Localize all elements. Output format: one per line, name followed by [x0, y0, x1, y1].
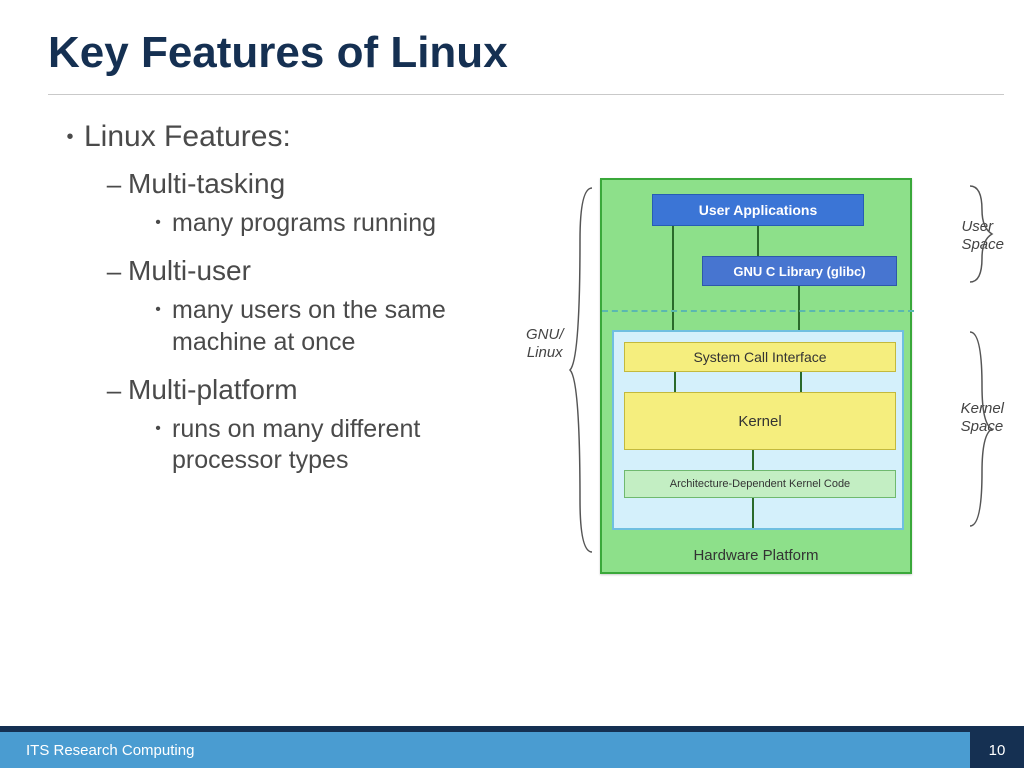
bullet-heading-text: Linux Features:: [84, 120, 291, 154]
footer-text: ITS Research Computing: [0, 742, 970, 759]
connector-line: [757, 226, 759, 256]
right-brace-icon: [968, 326, 994, 532]
slide-title: Key Features of Linux: [48, 28, 508, 78]
bullet-detail-text: runs on many different processor types: [172, 414, 516, 477]
bullet-content: • Linux Features: – Multi-tasking • many…: [56, 120, 516, 492]
bullet-dot-icon: •: [144, 414, 172, 444]
slide: Key Features of Linux • Linux Features: …: [0, 0, 1024, 768]
connector-line: [672, 226, 674, 340]
bullet-dot-icon: •: [144, 208, 172, 238]
page-number: 10: [970, 732, 1024, 768]
footer-bar: ITS Research Computing 10: [0, 732, 1024, 768]
bullet-heading: • Linux Features:: [56, 120, 516, 154]
bullet-detail: • runs on many different processor types: [144, 414, 516, 477]
bullet-item: – Multi-platform: [100, 374, 516, 406]
kernel-box: Kernel: [624, 392, 896, 450]
bullet-dot-icon: •: [144, 295, 172, 325]
dash-icon: –: [100, 168, 128, 200]
bullet-item-label: Multi-platform: [128, 374, 298, 406]
bullet-item-label: Multi-user: [128, 255, 251, 287]
architecture-kernel-box: Architecture-Dependent Kernel Code: [624, 470, 896, 498]
bullet-detail-text: many users on the same machine at once: [172, 295, 516, 358]
kernel-band-box: System Call Interface Kernel Architectur…: [612, 330, 904, 530]
system-call-interface-box: System Call Interface: [624, 342, 896, 372]
connector-line: [674, 372, 676, 392]
gnu-linux-label: GNU/ Linux: [526, 326, 564, 362]
user-applications-box: User Applications: [652, 194, 864, 226]
bullet-item: – Multi-user: [100, 255, 516, 287]
bullet-item-label: Multi-tasking: [128, 168, 285, 200]
connector-line: [752, 498, 754, 528]
bullet-detail: • many programs running: [144, 208, 516, 239]
title-divider: [48, 94, 1004, 95]
bullet-detail: • many users on the same machine at once: [144, 295, 516, 358]
connector-line: [752, 450, 754, 470]
hardware-platform-box: User Applications GNU C Library (glibc) …: [600, 178, 912, 574]
connector-line: [800, 372, 802, 392]
bullet-dot-icon: •: [56, 120, 84, 154]
architecture-diagram: GNU/ Linux User Space Kernel Space User …: [520, 150, 1000, 590]
dashed-separator: [602, 310, 914, 312]
hardware-platform-label: Hardware Platform: [602, 547, 910, 564]
bullet-detail-text: many programs running: [172, 208, 436, 239]
left-brace-icon: [568, 180, 594, 560]
glibc-box: GNU C Library (glibc): [702, 256, 897, 286]
dash-icon: –: [100, 255, 128, 287]
right-brace-icon: [968, 180, 994, 288]
dash-icon: –: [100, 374, 128, 406]
bullet-item: – Multi-tasking: [100, 168, 516, 200]
